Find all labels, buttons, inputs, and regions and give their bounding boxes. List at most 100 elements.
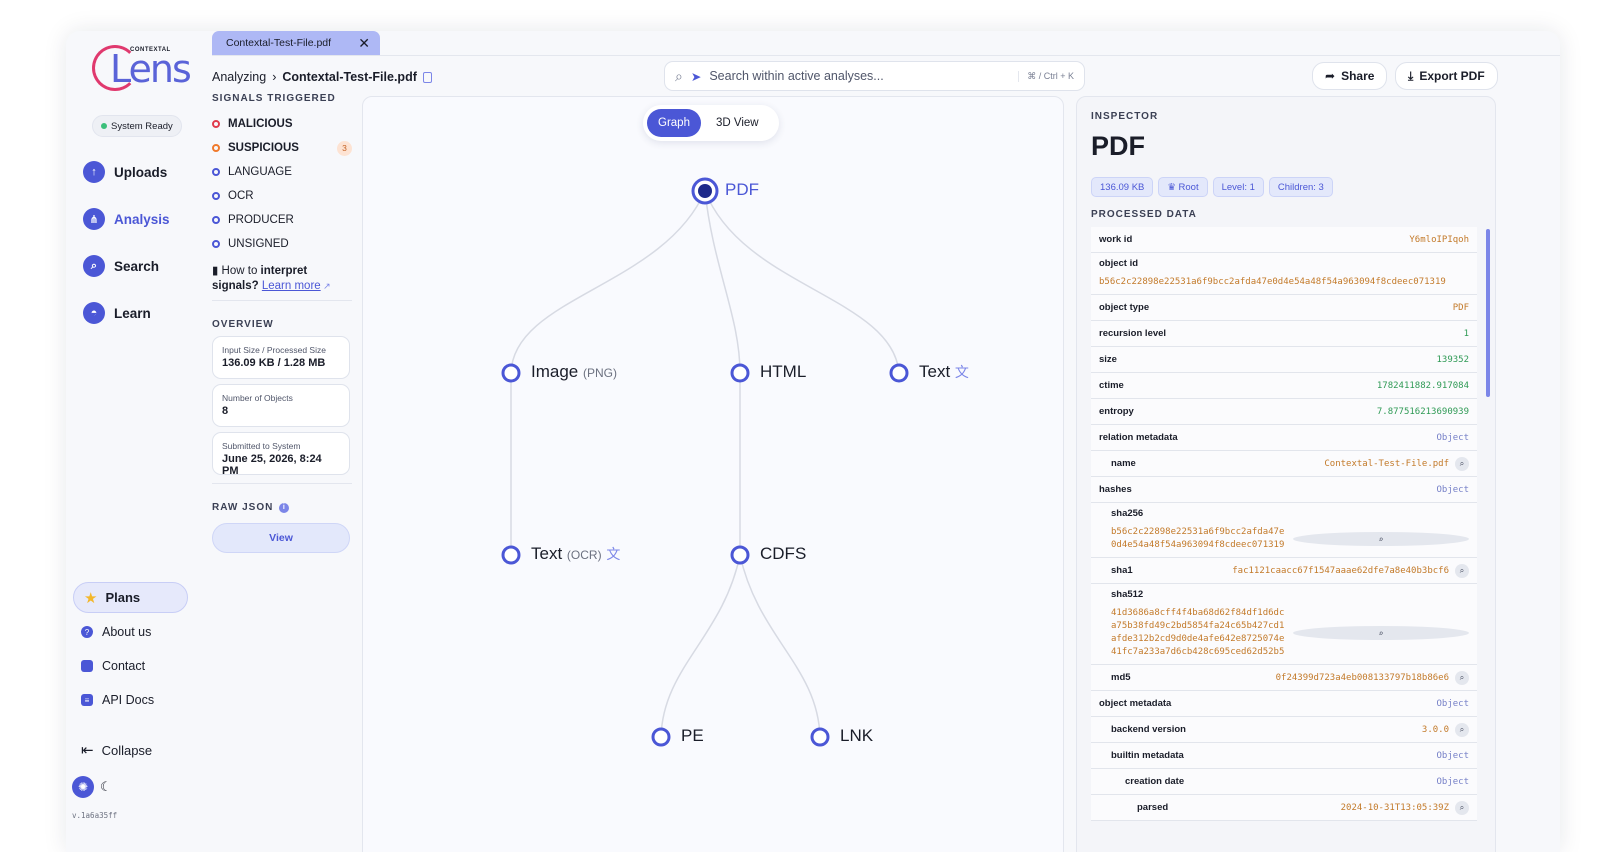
nav-analysis[interactable]: ⋔ Analysis xyxy=(83,204,170,234)
row-value: 3.0.0 xyxy=(1421,724,1449,735)
row-value: 7.877516213690939 xyxy=(1376,406,1469,417)
nav-contact-label: Contact xyxy=(102,659,146,673)
row-key: object id xyxy=(1099,258,1139,269)
overview-submitted-card: Submitted to System June 25, 2026, 8:24 … xyxy=(212,432,350,477)
search-bar[interactable]: ⌕ ➤ Search within active analyses... ⌘ /… xyxy=(664,61,1085,91)
node-pdf-label[interactable]: PDF xyxy=(725,180,759,200)
row-value: b56c2c22898e22531a6f9bcc2afda47e0d4e54a4… xyxy=(1111,527,1285,550)
graph-panel[interactable]: Graph 3D View PDF Image (PNG) HTML Text … xyxy=(362,96,1064,852)
search-icon[interactable]: ⌕ xyxy=(1293,626,1469,640)
node-image-label[interactable]: Image (PNG) xyxy=(531,362,617,382)
row-key: md5 xyxy=(1111,672,1131,683)
search-icon[interactable]: ⌕ xyxy=(1455,563,1469,578)
search-input[interactable]: Search within active analyses... xyxy=(709,69,883,83)
chat-icon xyxy=(81,660,93,672)
signal-ocr[interactable]: OCR xyxy=(212,184,352,208)
nav-uploads[interactable]: ↑ Uploads xyxy=(83,157,167,187)
row-creation-date[interactable]: creation date Object xyxy=(1091,769,1477,795)
collapse-button[interactable]: ⇤ Collapse xyxy=(81,738,152,762)
signals-help: ▮ How to interpret signals? Learn more ↗ xyxy=(212,264,352,294)
copy-icon[interactable] xyxy=(422,71,432,83)
breadcrumb-root[interactable]: Analyzing xyxy=(212,70,266,84)
view-json-button[interactable]: View xyxy=(212,523,350,553)
search-icon: ⌕ xyxy=(675,67,683,84)
tab-file[interactable]: Contextal-Test-File.pdf ✕ xyxy=(212,31,380,55)
search-icon[interactable]: ⌕ xyxy=(1455,456,1469,471)
row-builtin-metadata[interactable]: builtin metadata Object xyxy=(1091,743,1477,769)
nav-search[interactable]: ⌕ Search xyxy=(83,251,159,281)
signal-suspicious[interactable]: SUSPICIOUS 3 xyxy=(212,136,352,160)
analysis-icon: ⋔ xyxy=(83,208,105,230)
row-value: 2024-10-31T13:05:39Z xyxy=(1340,802,1449,813)
node-text-label[interactable]: Text 文 xyxy=(919,362,969,382)
nav-about-us[interactable]: ? About us xyxy=(81,621,151,643)
signal-malicious[interactable]: MALICIOUS xyxy=(212,112,352,136)
share-button[interactable]: ➦ Share xyxy=(1312,62,1388,90)
docs-icon: ≡ xyxy=(81,694,93,706)
overview-card-value: 8 xyxy=(222,405,229,417)
node-cdfs-label[interactable]: CDFS xyxy=(760,544,806,564)
info-icon[interactable]: i xyxy=(279,502,290,513)
learn-more-link[interactable]: Learn more xyxy=(262,280,321,292)
overview-card-value: 136.09 KB / 1.28 MB xyxy=(222,357,326,369)
plans-button[interactable]: ★ Plans xyxy=(73,582,188,613)
row-value: 41d3686a8cff4f4ba68d62f84df1d6dca75b38fd… xyxy=(1111,608,1285,657)
node-text-name: Text xyxy=(919,362,951,381)
tab-graph[interactable]: Graph xyxy=(647,109,701,137)
search-icon[interactable]: ⌕ xyxy=(1455,722,1469,737)
row-ctime: ctime 1782411882.917084 xyxy=(1091,373,1477,399)
theme-toggle[interactable]: ✺ ☾ xyxy=(72,776,112,798)
status-dot-icon xyxy=(101,123,107,129)
signals-column: SIGNALS TRIGGERED MALICIOUS SUSPICIOUS 3… xyxy=(212,93,352,553)
howto-bold2: signals? xyxy=(212,280,259,292)
nav-learn-label: Learn xyxy=(114,305,151,321)
signal-language[interactable]: LANGUAGE xyxy=(212,160,352,184)
tab-3d-view[interactable]: 3D View xyxy=(705,109,770,137)
signal-producer[interactable]: PRODUCER xyxy=(212,208,352,232)
row-value: Object xyxy=(1436,698,1469,709)
row-key: object type xyxy=(1099,302,1150,313)
download-icon: ⤓ xyxy=(1408,68,1414,83)
inspector-scrollbar[interactable] xyxy=(1486,229,1490,397)
row-relation-metadata[interactable]: relation metadata Object xyxy=(1091,425,1477,451)
row-object-metadata[interactable]: object metadata Object xyxy=(1091,691,1477,717)
nav-api-docs[interactable]: ≡ API Docs xyxy=(81,689,154,711)
node-pe-label[interactable]: PE xyxy=(681,726,704,746)
node-html-label[interactable]: HTML xyxy=(760,362,806,382)
node-text-ocr-label[interactable]: Text (OCR) 文 xyxy=(531,544,620,564)
external-link-icon: ↗ xyxy=(320,281,331,291)
nav-learn[interactable]: ◓ Learn xyxy=(83,298,151,328)
overview-size-card: Input Size / Processed Size 136.09 KB / … xyxy=(212,336,350,379)
row-value: PDF xyxy=(1452,302,1469,313)
row-value: b56c2c22898e22531a6f9bcc2afda47e0d4e54a4… xyxy=(1099,277,1446,287)
signal-label: PRODUCER xyxy=(228,214,294,226)
howto-bold1: interpret xyxy=(260,265,308,277)
node-lnk xyxy=(810,727,830,747)
signal-dot-icon xyxy=(212,168,220,176)
nav-search-label: Search xyxy=(114,258,160,274)
search-icon[interactable]: ⌕ xyxy=(1455,800,1469,815)
row-key: hashes xyxy=(1099,484,1132,495)
sun-icon[interactable]: ✺ xyxy=(72,776,94,798)
row-value: 0f24399d723a4eb008133797b18b86e6 xyxy=(1275,672,1449,683)
row-key: sha1 xyxy=(1111,565,1133,576)
row-entropy: entropy 7.877516213690939 xyxy=(1091,399,1477,425)
nav-contact[interactable]: Contact xyxy=(81,655,145,677)
close-icon[interactable]: ✕ xyxy=(358,35,370,52)
row-hashes[interactable]: hashes Object xyxy=(1091,477,1477,503)
export-pdf-button[interactable]: ⤓ Export PDF xyxy=(1395,62,1498,90)
graph-canvas[interactable] xyxy=(363,97,1064,852)
chip-size: 136.09 KB xyxy=(1091,177,1154,197)
search-icon[interactable]: ⌕ xyxy=(1455,670,1469,685)
chevron-right-icon: › xyxy=(272,70,277,84)
moon-icon[interactable]: ☾ xyxy=(100,779,112,795)
node-lnk-label[interactable]: LNK xyxy=(840,726,873,746)
search-icon[interactable]: ⌕ xyxy=(1293,532,1469,546)
tab-divider xyxy=(212,55,1560,56)
search-shortcut: ⌘ / Ctrl + K xyxy=(1018,70,1074,82)
overview-heading: OVERVIEW xyxy=(212,319,274,330)
plans-label: Plans xyxy=(105,590,141,605)
row-value: Object xyxy=(1436,484,1469,495)
signal-unsigned[interactable]: UNSIGNED xyxy=(212,232,352,256)
node-image xyxy=(501,363,521,383)
